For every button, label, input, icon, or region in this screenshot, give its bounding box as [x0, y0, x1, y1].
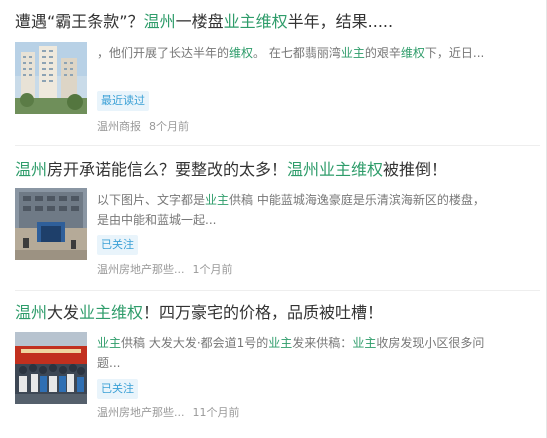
article-time: 1个月前	[192, 263, 233, 276]
text-run: 下，近日...	[424, 46, 485, 60]
article-source[interactable]: 温州商报	[97, 120, 141, 133]
keyword-highlight: 业主	[340, 46, 365, 60]
article-source[interactable]: 温州房地产那些...	[97, 263, 185, 276]
follow-status-badge[interactable]: 已关注	[97, 235, 138, 255]
article-title[interactable]: 温州房开承诺能信么？要整改的太多！温州业主维权被推倒！	[15, 159, 447, 181]
article-item[interactable]: 遭遇“霸王条款”？温州一楼盘业主维权半年，结果..... ，他们开展了长达半年的…	[0, 0, 540, 146]
article-time: 8个月前	[149, 120, 189, 133]
text-run: 房开承诺能信么？要整改的太多！	[47, 160, 288, 179]
text-run: ，他们开展了长达半年的	[97, 46, 230, 60]
text-run: 遭遇“霸王条款”？	[15, 12, 144, 31]
protest-crowd-photo-icon	[15, 332, 87, 404]
article-meta: 温州商报 8个月前	[97, 119, 189, 135]
keyword-highlight: 维权	[229, 46, 254, 60]
keyword-highlight: 业主	[97, 336, 122, 350]
article-snippet[interactable]: 以下图片、文字都是业主供稿 中能蓝城海逸豪庭是乐清滨海新区的楼盘，是由中能和蓝城…	[97, 190, 492, 230]
keyword-highlight: 温州	[15, 303, 48, 322]
keyword-highlight: 维权	[400, 46, 425, 60]
article-thumbnail[interactable]	[15, 188, 87, 260]
article-time: 11个月前	[192, 406, 240, 419]
follow-status-badge[interactable]: 已关注	[97, 379, 138, 399]
keyword-highlight: 业主	[352, 336, 377, 350]
text-run: ！四万豪宅的价格，品质被吐槽！	[143, 303, 384, 322]
text-run: 以下图片、文字都是	[97, 193, 206, 207]
read-status-badge: 最近读过	[97, 91, 149, 111]
keyword-highlight: 温州业主维权	[287, 160, 384, 179]
keyword-highlight: 温州	[15, 160, 48, 179]
article-title[interactable]: 温州大发业主维权！四万豪宅的价格，品质被吐槽！	[15, 302, 383, 324]
building-gate-photo-icon	[15, 188, 87, 260]
text-run: 。 在七都翡丽湾	[253, 46, 341, 60]
article-snippet[interactable]: ，他们开展了长达半年的维权。 在七都翡丽湾业主的艰辛维权下，近日...	[97, 43, 492, 63]
article-source[interactable]: 温州房地产那些...	[97, 406, 185, 419]
article-item[interactable]: 温州房开承诺能信么？要整改的太多！温州业主维权被推倒！ 以下图片、文字都是业主供…	[0, 146, 540, 291]
text-run: 供稿 大发大发·都会道1号的	[121, 336, 269, 350]
article-meta: 温州房地产那些... 1个月前	[97, 262, 233, 278]
article-thumbnail[interactable]	[15, 42, 87, 114]
text-run: 一楼盘	[175, 12, 224, 31]
keyword-highlight: 业主维权	[79, 303, 144, 322]
apartment-building-photo-icon	[15, 42, 87, 114]
text-run: 半年，结果.....	[287, 12, 394, 31]
text-run: 发来供稿：	[292, 336, 353, 350]
keyword-highlight: 业主	[268, 336, 293, 350]
article-item[interactable]: 温州大发业主维权！四万豪宅的价格，品质被吐槽！ 业主供稿 大发大发·都会道1号的…	[0, 291, 540, 438]
article-title[interactable]: 遭遇“霸王条款”？温州一楼盘业主维权半年，结果.....	[15, 11, 393, 33]
text-run: 的艰辛	[364, 46, 401, 60]
keyword-highlight: 温州	[143, 12, 176, 31]
article-thumbnail[interactable]	[15, 332, 87, 404]
keyword-highlight: 业主维权	[223, 12, 288, 31]
text-run: 被推倒！	[383, 160, 448, 179]
keyword-highlight: 业主	[205, 193, 230, 207]
article-meta: 温州房地产那些... 11个月前	[97, 405, 240, 421]
text-run: 大发	[47, 303, 80, 322]
article-snippet[interactable]: 业主供稿 大发大发·都会道1号的业主发来供稿：业主收房发现小区很多问题...	[97, 333, 492, 373]
